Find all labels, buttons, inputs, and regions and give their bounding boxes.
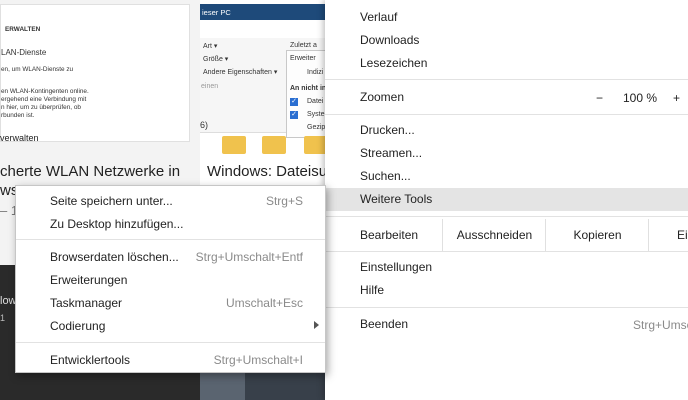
article-title[interactable]: Windows: Dateisuc bbox=[207, 162, 335, 181]
menu-separator bbox=[325, 307, 688, 308]
dropdown-syste: Syste bbox=[307, 111, 325, 118]
menu-item-hilfe[interactable]: Hilfe bbox=[325, 279, 688, 302]
ribbon-andere: Andere Eigenschaften ▾ bbox=[203, 69, 278, 76]
submenu-item-zu-desktop[interactable]: Zu Desktop hinzufügen... bbox=[50, 216, 183, 232]
menu-item-streamen[interactable]: Streamen... bbox=[325, 142, 688, 165]
dropdown-gezip: Gezip bbox=[307, 124, 326, 131]
beenden-shortcut: Strg+Umsc bbox=[633, 318, 688, 332]
thumb-line: n hier, um zu überprüfen, ob bbox=[1, 104, 81, 111]
article-card-dateisuche[interactable]: ieser PC Art ▾ Größe ▾ Andere Eigenschaf… bbox=[200, 0, 335, 185]
menu-item-lesezeichen[interactable]: Lesezeichen bbox=[325, 52, 688, 75]
dropdown-datei: Datei bbox=[307, 98, 324, 105]
chevron-right-icon bbox=[314, 321, 319, 329]
submenu-shortcut: Strg+Umschalt+I bbox=[213, 353, 303, 367]
submenu-item-browserdaten-loeschen[interactable]: Browserdaten löschen... bbox=[50, 249, 179, 265]
menu-separator bbox=[325, 216, 688, 217]
dropdown-an-nicht: An nicht in bbox=[290, 85, 327, 92]
menu-item-suchen[interactable]: Suchen... bbox=[325, 165, 688, 188]
thumb-line: rbunden ist. bbox=[1, 112, 35, 119]
folder-icon bbox=[222, 136, 246, 154]
ribbon-groesse: Größe ▾ bbox=[203, 56, 229, 63]
ribbon-art: Art ▾ bbox=[203, 43, 218, 50]
dropdown-erweitert: Erweiter bbox=[290, 55, 316, 62]
article-title-line: cherte WLAN Netzwerke in bbox=[0, 163, 181, 180]
paste-button[interactable]: Ei bbox=[648, 219, 688, 251]
copy-button[interactable]: Kopieren bbox=[545, 219, 649, 251]
thumb-link: verwalten bbox=[0, 133, 39, 143]
weitere-tools-submenu: Seite speichern unter... Strg+S Zu Deskt… bbox=[15, 185, 326, 373]
ribbon-zuletzt: Zuletzt a bbox=[290, 42, 317, 49]
menu-separator bbox=[325, 251, 688, 252]
photo-text: 1 bbox=[0, 313, 6, 323]
zoom-in-button[interactable]: + bbox=[673, 91, 680, 105]
menu-item-einstellungen[interactable]: Einstellungen bbox=[325, 256, 688, 279]
explorer-title-bar: ieser PC bbox=[200, 4, 330, 20]
check-icon: ✓ bbox=[290, 111, 298, 119]
submenu-item-entwicklertools[interactable]: Entwicklertools bbox=[50, 352, 130, 368]
menu-item-downloads[interactable]: Downloads bbox=[325, 29, 688, 52]
menu-separator bbox=[325, 79, 688, 80]
check-icon: ✓ bbox=[290, 98, 298, 106]
submenu-shortcut: Strg+S bbox=[265, 194, 303, 208]
menu-item-verlauf[interactable]: Verlauf bbox=[325, 6, 688, 29]
menu-separator bbox=[325, 114, 688, 115]
submenu-shortcut: Strg+Umschalt+Entf bbox=[195, 250, 303, 264]
explorer-title: ieser PC bbox=[202, 8, 231, 17]
submenu-item-seite-speichern[interactable]: Seite speichern unter... bbox=[50, 193, 173, 209]
menu-item-drucken[interactable]: Drucken... bbox=[325, 119, 688, 142]
thumb-line: LAN-Dienste bbox=[1, 48, 47, 57]
thumb-line: en WLAN-Kontingenten online. bbox=[1, 88, 89, 95]
zoom-level: 100 % bbox=[623, 91, 658, 105]
thumb-header: ERWALTEN bbox=[5, 26, 41, 33]
submenu-item-taskmanager[interactable]: Taskmanager bbox=[50, 295, 122, 311]
folder-icon bbox=[262, 136, 286, 154]
submenu-item-erweiterungen[interactable]: Erweiterungen bbox=[50, 272, 127, 288]
thumb-line: en, um WLAN-Dienste zu bbox=[1, 66, 74, 73]
ribbon-einen: einen bbox=[201, 83, 219, 90]
submenu-item-codierung[interactable]: Codierung bbox=[50, 318, 105, 334]
submenu-separator bbox=[16, 342, 325, 343]
cut-button[interactable]: Ausschneiden bbox=[442, 219, 546, 251]
article-thumbnail: ERWALTEN LAN-Dienste en, um WLAN-Dienste… bbox=[0, 4, 190, 142]
submenu-shortcut: Umschalt+Esc bbox=[225, 296, 303, 310]
dropdown-indizi: Indizi bbox=[307, 69, 324, 76]
zoom-out-button[interactable]: − bbox=[596, 91, 603, 105]
submenu-separator bbox=[16, 239, 325, 240]
explorer-count: 6) bbox=[200, 120, 209, 130]
thumb-line: ergehend eine Verbindung mit bbox=[1, 96, 87, 103]
menu-item-weitere-tools[interactable]: Weitere Tools bbox=[325, 188, 688, 211]
browser-main-menu: Verlauf Downloads Lesezeichen Zoomen − 1… bbox=[325, 0, 688, 400]
